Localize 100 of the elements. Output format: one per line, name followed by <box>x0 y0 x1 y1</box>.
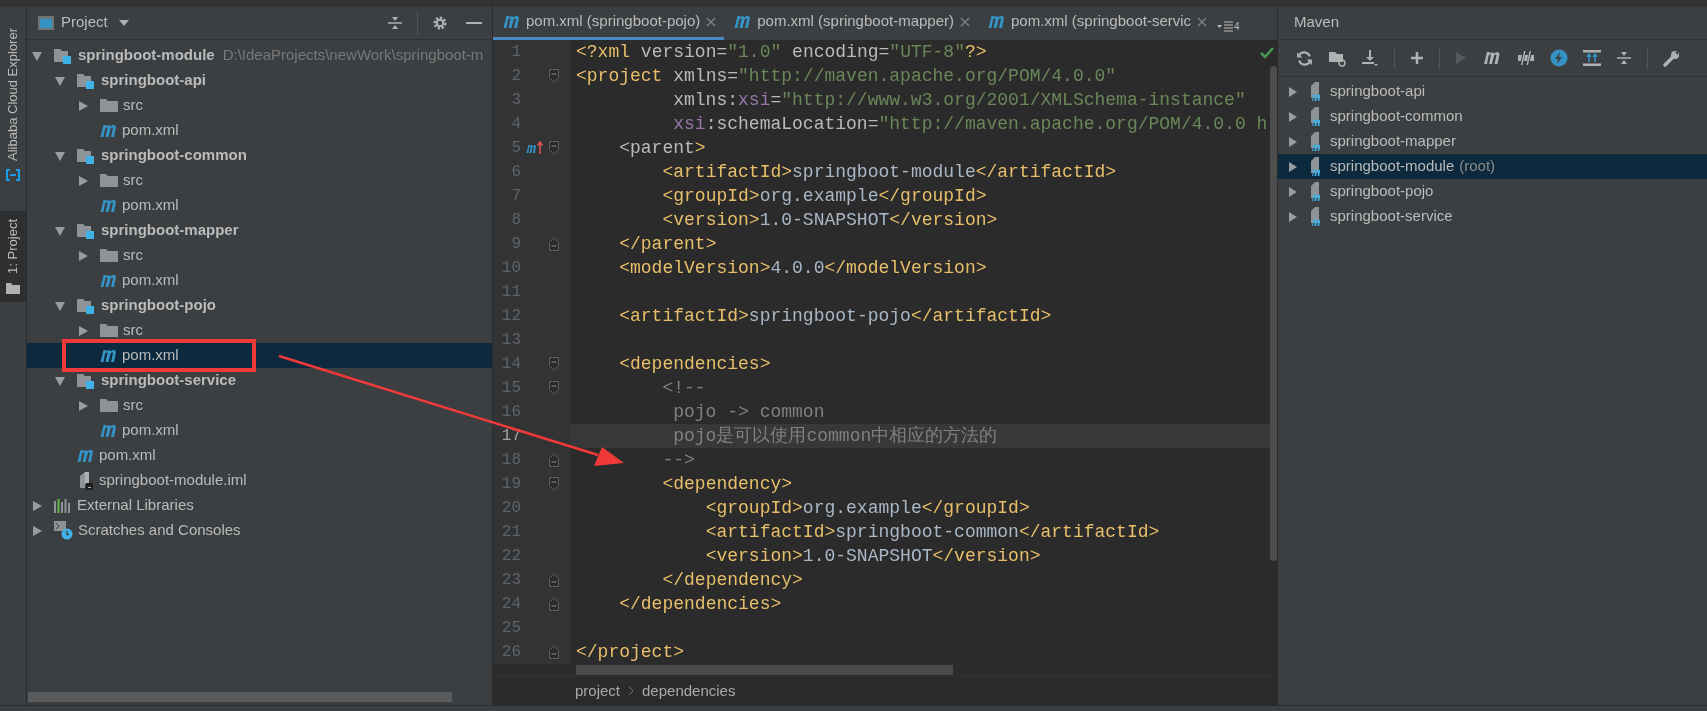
expand-arrow-icon[interactable] <box>1288 85 1298 98</box>
tree-item[interactable]: springboot-service <box>27 368 492 393</box>
collapse-arrow-icon[interactable] <box>54 374 66 387</box>
fold-marker-icon[interactable] <box>549 573 559 587</box>
fold-marker-icon[interactable] <box>549 453 559 467</box>
panel-title: Project <box>61 12 108 33</box>
expand-arrow-icon[interactable] <box>77 324 89 337</box>
scrollbar[interactable] <box>28 692 452 702</box>
module-folder-icon <box>77 296 96 315</box>
code-line: pojo -> common <box>672 401 825 424</box>
fold-marker-icon[interactable] <box>549 141 559 155</box>
scrollbar[interactable] <box>1270 66 1277 561</box>
collapse-arrow-icon[interactable] <box>54 224 66 237</box>
fold-marker-icon[interactable] <box>549 645 559 659</box>
lightning-icon[interactable] <box>1550 49 1568 67</box>
expand-arrow-icon[interactable] <box>77 99 89 112</box>
expand-arrow-icon[interactable] <box>77 174 89 187</box>
tree-item[interactable]: pom.xml <box>27 418 492 443</box>
skip-tests-icon[interactable] <box>1517 50 1535 66</box>
library-icon <box>54 498 72 513</box>
tree-item[interactable]: springboot-module.iml <box>27 468 492 493</box>
code-line: </parent> <box>618 233 717 256</box>
fold-marker-icon[interactable] <box>549 237 559 251</box>
tree-item[interactable]: pom.xml <box>27 118 492 143</box>
maven-project-item[interactable]: springboot-module (root) <box>1278 154 1707 179</box>
collapse-all-icon[interactable] <box>387 14 403 31</box>
expand-arrow-icon[interactable] <box>31 524 43 537</box>
folder-icon <box>100 248 118 263</box>
expand-arrow-icon[interactable] <box>1288 210 1298 223</box>
tree-item[interactable]: springboot-pojo <box>27 293 492 318</box>
settings-icon[interactable] <box>432 14 448 31</box>
scrollbar[interactable] <box>576 665 953 675</box>
breadcrumb[interactable]: dependencies <box>642 679 736 703</box>
tree-item[interactable]: springboot-common <box>27 143 492 168</box>
code-line: </dependencies> <box>618 593 782 616</box>
close-icon[interactable] <box>706 16 717 27</box>
maven-icon <box>734 14 752 29</box>
collapse-arrow-icon[interactable] <box>54 299 66 312</box>
maven-project-item[interactable]: springboot-mapper <box>1278 129 1707 154</box>
module-folder-icon <box>77 146 96 165</box>
fold-marker-icon[interactable] <box>549 357 559 371</box>
folder-icon <box>6 281 20 294</box>
editor-tab[interactable]: pom.xml (springboot-mapper) <box>724 6 978 40</box>
expand-arrow-icon[interactable] <box>1288 185 1298 198</box>
collapse-arrow-icon[interactable] <box>54 74 66 87</box>
expand-arrow-icon[interactable] <box>1288 110 1298 123</box>
expand-arrow-icon[interactable] <box>1288 135 1298 148</box>
fold-marker-icon[interactable] <box>549 381 559 395</box>
tree-item[interactable]: src <box>27 318 492 343</box>
maven-project-item[interactable]: springboot-common <box>1278 104 1707 129</box>
wrench-icon[interactable] <box>1663 49 1680 67</box>
fold-marker-icon[interactable] <box>549 477 559 491</box>
code-line: <version>1.0-SNAPSHOT</version> <box>661 209 998 232</box>
tree-item[interactable]: pom.xml <box>27 343 492 368</box>
folder-icon <box>100 98 118 113</box>
close-icon[interactable] <box>960 16 970 27</box>
fold-marker-icon[interactable] <box>549 597 559 611</box>
tree-item[interactable]: pom.xml <box>27 443 492 468</box>
maven-project-item[interactable]: springboot-service <box>1278 204 1707 229</box>
collapse-arrow-icon[interactable] <box>31 49 43 62</box>
code-line: pojo是可以使用common中相应的方法的 <box>672 425 998 448</box>
close-icon[interactable] <box>1197 16 1208 27</box>
collapse-arrow-icon[interactable] <box>54 149 66 162</box>
code-line: <dependency> <box>661 473 793 496</box>
tree-item[interactable]: src <box>27 243 492 268</box>
show-dependencies-icon[interactable] <box>1583 50 1601 66</box>
maven-project-item[interactable]: springboot-pojo <box>1278 179 1707 204</box>
maven-file-icon <box>100 273 117 288</box>
tool-window-tab[interactable]: Alibaba Cloud Explorer <box>0 20 26 189</box>
tree-item[interactable]: External Libraries <box>27 493 492 518</box>
breadcrumb[interactable]: project <box>575 679 621 703</box>
expand-arrow-icon[interactable] <box>77 399 89 412</box>
tree-item[interactable]: pom.xml <box>27 268 492 293</box>
maven-icon <box>503 14 520 29</box>
tree-item[interactable]: src <box>27 168 492 193</box>
tree-item[interactable]: src <box>27 393 492 418</box>
download-icon[interactable] <box>1361 49 1379 67</box>
tree-item[interactable]: src <box>27 93 492 118</box>
expand-arrow-icon[interactable] <box>31 499 43 512</box>
tree-item[interactable]: springboot-mapper <box>27 218 492 243</box>
expand-arrow-icon[interactable] <box>77 249 89 262</box>
tool-window-tab[interactable]: 1: Project <box>0 210 26 302</box>
maven-icon[interactable] <box>1482 51 1502 65</box>
refresh-icon[interactable] <box>1296 49 1313 67</box>
maven-parent-icon[interactable] <box>526 141 544 155</box>
folder-refresh-icon[interactable] <box>1328 49 1346 67</box>
dropdown-caret-icon[interactable] <box>117 18 130 27</box>
code-line: </dependency> <box>661 569 803 592</box>
collapse-all-icon[interactable] <box>1616 50 1632 66</box>
check-icon <box>1260 47 1274 59</box>
maven-project-item[interactable]: springboot-api <box>1278 79 1707 104</box>
tree-item[interactable]: Scratches and Consoles <box>27 518 492 543</box>
editor-tab[interactable]: pom.xml (springboot-servic <box>978 6 1216 40</box>
tree-item[interactable]: springboot-api <box>27 68 492 93</box>
tree-item[interactable]: pom.xml <box>27 193 492 218</box>
tab-overflow-button[interactable]: 4 <box>1215 6 1240 40</box>
plus-icon[interactable] <box>1410 51 1424 65</box>
tree-item[interactable]: springboot-module D:\IdeaProjects\newWork\springboot-m <box>27 43 492 68</box>
expand-arrow-icon[interactable] <box>1288 160 1298 173</box>
fold-marker-icon[interactable] <box>549 69 559 83</box>
